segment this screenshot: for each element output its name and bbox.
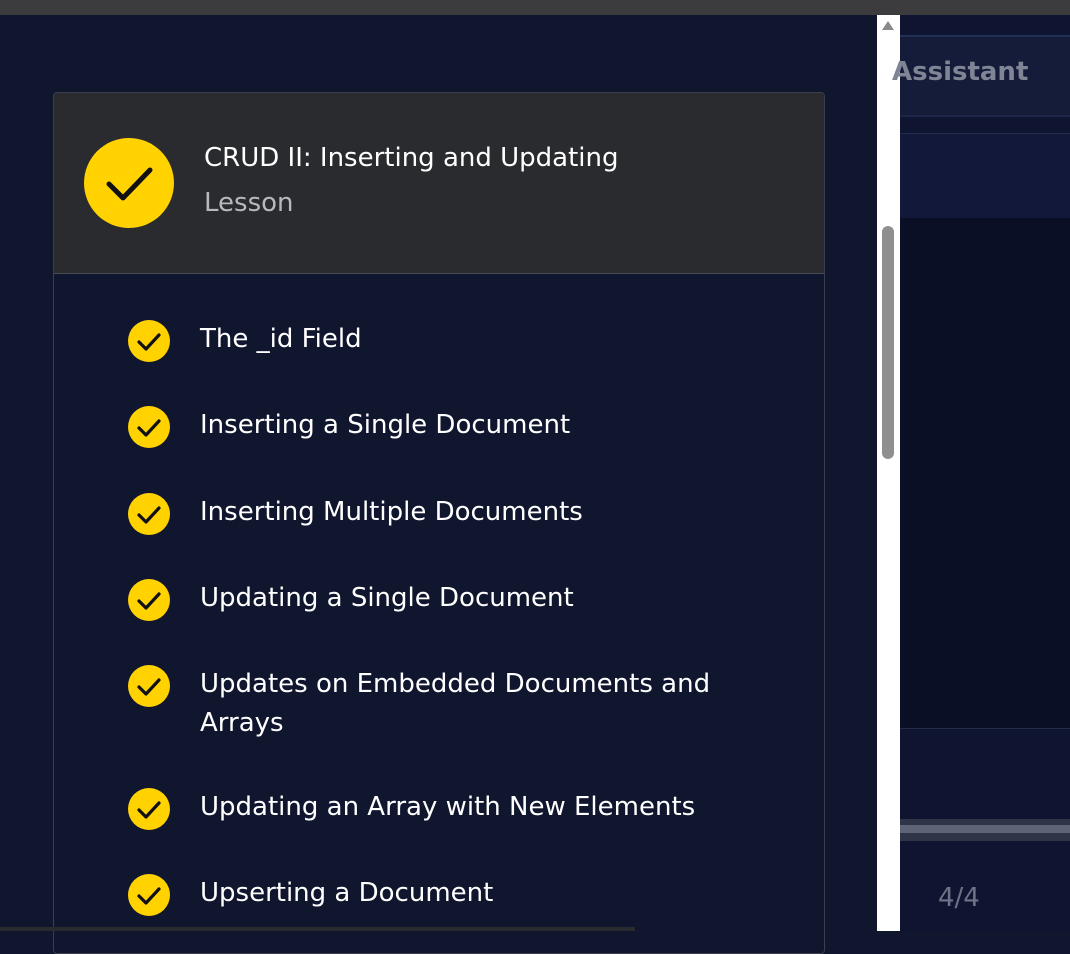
lesson-complete-check-icon: [84, 138, 174, 228]
lesson-title: CRUD II: Inserting and Updating: [204, 143, 619, 173]
lesson-card: CRUD II: Inserting and Updating Lesson T…: [53, 92, 825, 954]
check-icon: [128, 579, 170, 621]
check-icon: [128, 406, 170, 448]
lesson-header[interactable]: CRUD II: Inserting and Updating Lesson: [54, 93, 824, 274]
right-tab-bar: Assistant: [892, 35, 1070, 117]
horizontal-scrollbar[interactable]: [900, 819, 1070, 841]
check-icon: [128, 874, 170, 916]
lesson-item-label: Updating an Array with New Elements: [200, 792, 696, 822]
check-icon: [128, 493, 170, 535]
vertical-scrollbar[interactable]: [877, 15, 900, 931]
bottom-edge: [0, 927, 635, 931]
lesson-item-label: The _id Field: [200, 324, 362, 354]
check-icon: [128, 665, 170, 707]
check-icon: [128, 788, 170, 830]
scrollbar-thumb[interactable]: [882, 226, 894, 459]
lesson-item-label: Updates on Embedded Documents and Arrays: [200, 669, 711, 738]
lesson-item-label: Inserting Multiple Documents: [200, 497, 583, 527]
divider: [900, 728, 1070, 729]
check-icon: [128, 320, 170, 362]
lesson-item-label: Inserting a Single Document: [200, 410, 571, 440]
lesson-item-label: Updating a Single Document: [200, 583, 574, 613]
right-toolbar-strip: [900, 134, 1070, 218]
horizontal-scrollbar-thumb[interactable]: [900, 825, 1070, 833]
right-content-area: [900, 218, 1070, 728]
lesson-item-label: Upserting a Document: [200, 878, 494, 908]
page-indicator: 4/4: [938, 883, 980, 913]
scroll-up-arrow-icon[interactable]: [882, 21, 894, 30]
lesson-type-label: Lesson: [204, 188, 294, 218]
tab-assistant[interactable]: Assistant: [892, 57, 1028, 87]
top-bar: [0, 0, 1070, 15]
right-panel: Assistant 4/4: [892, 15, 1070, 931]
